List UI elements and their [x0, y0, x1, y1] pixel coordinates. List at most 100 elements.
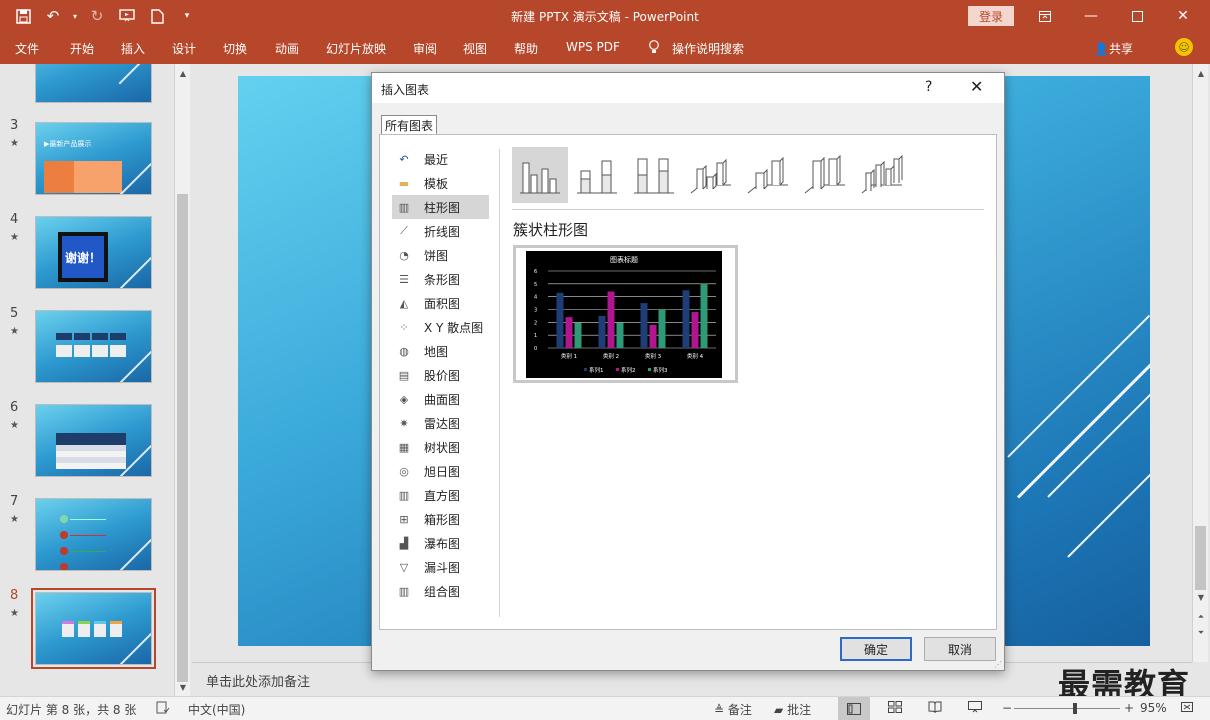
login-button[interactable]: 登录	[968, 6, 1014, 26]
comments-toggle[interactable]: ▰ 批注	[774, 701, 811, 718]
undo-dropdown-icon[interactable]: ▾	[70, 4, 80, 28]
chart-category-item[interactable]: ▤ 股价图	[392, 363, 489, 387]
line-chart-icon: ⟋	[400, 224, 408, 237]
chart-preview[interactable]: 图表标题 0 1 2 3 4 5 6 类别 1 类别 2 类别 3 类别 4 系列1 系列2 系列3	[513, 245, 738, 383]
3d-clustered-column-option[interactable]	[683, 147, 739, 203]
tell-me-search[interactable]: 操作说明搜索	[672, 40, 744, 57]
customize-qat-icon[interactable]: ▾	[174, 4, 200, 28]
chart-category-item[interactable]: ◍ 地图	[392, 339, 489, 363]
chart-category-item[interactable]: ◎ 旭日图	[392, 459, 489, 483]
scroll-up-icon[interactable]: ▲	[1193, 66, 1209, 80]
share-button[interactable]: 👤共享	[1094, 40, 1133, 57]
chart-category-item[interactable]: ▥ 直方图	[392, 483, 489, 507]
chart-category-item[interactable]: ▥ 组合图	[392, 579, 489, 603]
slide-thumbnail-4[interactable]: 谢谢！	[35, 216, 152, 289]
100-stacked-column-option[interactable]	[626, 147, 682, 203]
zoom-slider[interactable]	[1014, 703, 1120, 714]
3d-column-option[interactable]	[854, 147, 910, 203]
scroll-up-icon[interactable]: ▲	[175, 66, 191, 80]
chart-category-item[interactable]: ◭ 面积图	[392, 291, 489, 315]
tab-animations[interactable]: 动画	[275, 40, 299, 57]
help-button[interactable]: ?	[925, 79, 932, 95]
slide-thumbnail-3[interactable]: ▶最新产品展示	[35, 122, 152, 195]
chart-category-item[interactable]: ▬ 模板	[392, 171, 489, 195]
chart-bar	[598, 315, 606, 348]
new-file-icon[interactable]	[144, 4, 170, 28]
scrollbar-thumb[interactable]	[1195, 526, 1206, 590]
previous-slide-icon[interactable]: ⏶	[1193, 610, 1209, 624]
dialog-close-icon[interactable]: ✕	[970, 77, 983, 96]
reading-view-icon[interactable]	[928, 701, 942, 716]
language-indicator[interactable]: 中文(中国)	[188, 701, 245, 718]
chart-bar	[682, 290, 690, 348]
save-icon[interactable]	[10, 4, 36, 28]
ok-button[interactable]: 确定	[840, 637, 912, 661]
scroll-down-icon[interactable]: ▼	[1193, 590, 1209, 604]
chart-category-item[interactable]: ⁘ X Y 散点图	[392, 315, 489, 339]
notes-toggle[interactable]: ≜ 备注	[714, 701, 752, 718]
zoom-slider-thumb[interactable]	[1073, 703, 1078, 714]
tab-review[interactable]: 审阅	[413, 40, 437, 57]
chart-category-item[interactable]: ▥ 柱形图	[392, 195, 489, 219]
stacked-column-option[interactable]	[569, 147, 625, 203]
editor-scrollbar[interactable]: ▲ ▼ ⏶ ⏷	[1192, 64, 1208, 662]
slideshow-view-icon[interactable]	[968, 701, 982, 716]
chart-category-item[interactable]: ▦ 树状图	[392, 435, 489, 459]
redo-icon[interactable]: ↻	[84, 4, 110, 28]
zoom-in-icon[interactable]: +	[1124, 701, 1134, 715]
next-slide-icon[interactable]: ⏷	[1193, 626, 1209, 640]
3d-stacked-column-option[interactable]	[740, 147, 796, 203]
resize-grip-icon[interactable]: ⋰	[994, 660, 1002, 669]
tab-home[interactable]: 开始	[70, 40, 94, 57]
tab-design[interactable]: 设计	[172, 40, 196, 57]
slide-thumbnail-2[interactable]	[35, 64, 152, 103]
dialog-body: ↶ 最近 ▬ 模板 ▥ 柱形图 ⟋ 折线图 ◔ 饼图 ☰ 条形图 ◭ 面积图 ⁘ X Y 散点图 ◍ 地图 ▤ 股价图…	[379, 134, 997, 630]
close-icon[interactable]: ✕	[1160, 0, 1206, 32]
clustered-column-option[interactable]	[512, 147, 568, 203]
chart-category-item[interactable]: ☰ 条形图	[392, 267, 489, 291]
slide-thumbnail-5[interactable]	[35, 310, 152, 383]
tab-slideshow[interactable]: 幻灯片放映	[326, 40, 386, 57]
zoom-level[interactable]: 95%	[1140, 701, 1167, 715]
chart-category-item[interactable]: ↶ 最近	[392, 147, 489, 171]
undo-icon[interactable]: ↶	[40, 4, 66, 28]
slide-thumbnail-6[interactable]	[35, 404, 152, 477]
slide-thumbnail-8[interactable]	[31, 588, 156, 669]
tab-help[interactable]: 帮助	[514, 40, 538, 57]
tab-insert[interactable]: 插入	[121, 40, 145, 57]
fit-to-window-icon[interactable]	[1180, 701, 1194, 716]
chart-category-item[interactable]: ▽ 漏斗图	[392, 555, 489, 579]
ribbon-display-options-icon[interactable]	[1022, 0, 1068, 32]
scroll-down-icon[interactable]: ▼	[175, 680, 191, 694]
bar-chart-icon: ☰	[399, 272, 409, 286]
legend-entry: 系列2	[621, 366, 636, 374]
thumbnails-scrollbar[interactable]: ▲ ▼	[174, 64, 190, 696]
cancel-button[interactable]: 取消	[924, 637, 996, 661]
slideshow-from-start-icon[interactable]	[114, 4, 140, 28]
zoom-out-icon[interactable]: −	[1002, 701, 1012, 715]
chart-category-item[interactable]: ◈ 曲面图	[392, 387, 489, 411]
tab-file[interactable]: 文件	[15, 40, 39, 57]
tab-wps-pdf[interactable]: WPS PDF	[566, 40, 620, 54]
chart-category-item[interactable]: ⟋ 折线图	[392, 219, 489, 243]
chart-category-item[interactable]: ✷ 雷达图	[392, 411, 489, 435]
slide-thumbnail-7[interactable]	[35, 498, 152, 571]
tab-view[interactable]: 视图	[463, 40, 487, 57]
chart-category-item[interactable]: ◔ 饼图	[392, 243, 489, 267]
maximize-icon[interactable]	[1114, 0, 1160, 32]
scrollbar-thumb[interactable]	[177, 194, 188, 682]
feedback-smiley-icon[interactable]: ☺	[1175, 38, 1193, 56]
chart-category-item[interactable]: ▟ 瀑布图	[392, 531, 489, 555]
minimize-icon[interactable]: —	[1068, 0, 1114, 32]
chart-category-label: 旭日图	[424, 464, 461, 479]
normal-view-icon[interactable]	[838, 697, 870, 720]
spell-check-icon[interactable]	[156, 701, 170, 717]
tab-all-charts[interactable]: 所有图表	[381, 115, 438, 134]
tab-transitions[interactable]: 切换	[223, 40, 247, 57]
slide-sorter-icon[interactable]	[888, 701, 902, 716]
chart-category-item[interactable]: ⊞ 箱形图	[392, 507, 489, 531]
chart-bar	[607, 291, 615, 348]
chart-bar	[691, 312, 699, 348]
chart-bar	[556, 292, 564, 348]
3d-100-stacked-column-option[interactable]	[797, 147, 853, 203]
